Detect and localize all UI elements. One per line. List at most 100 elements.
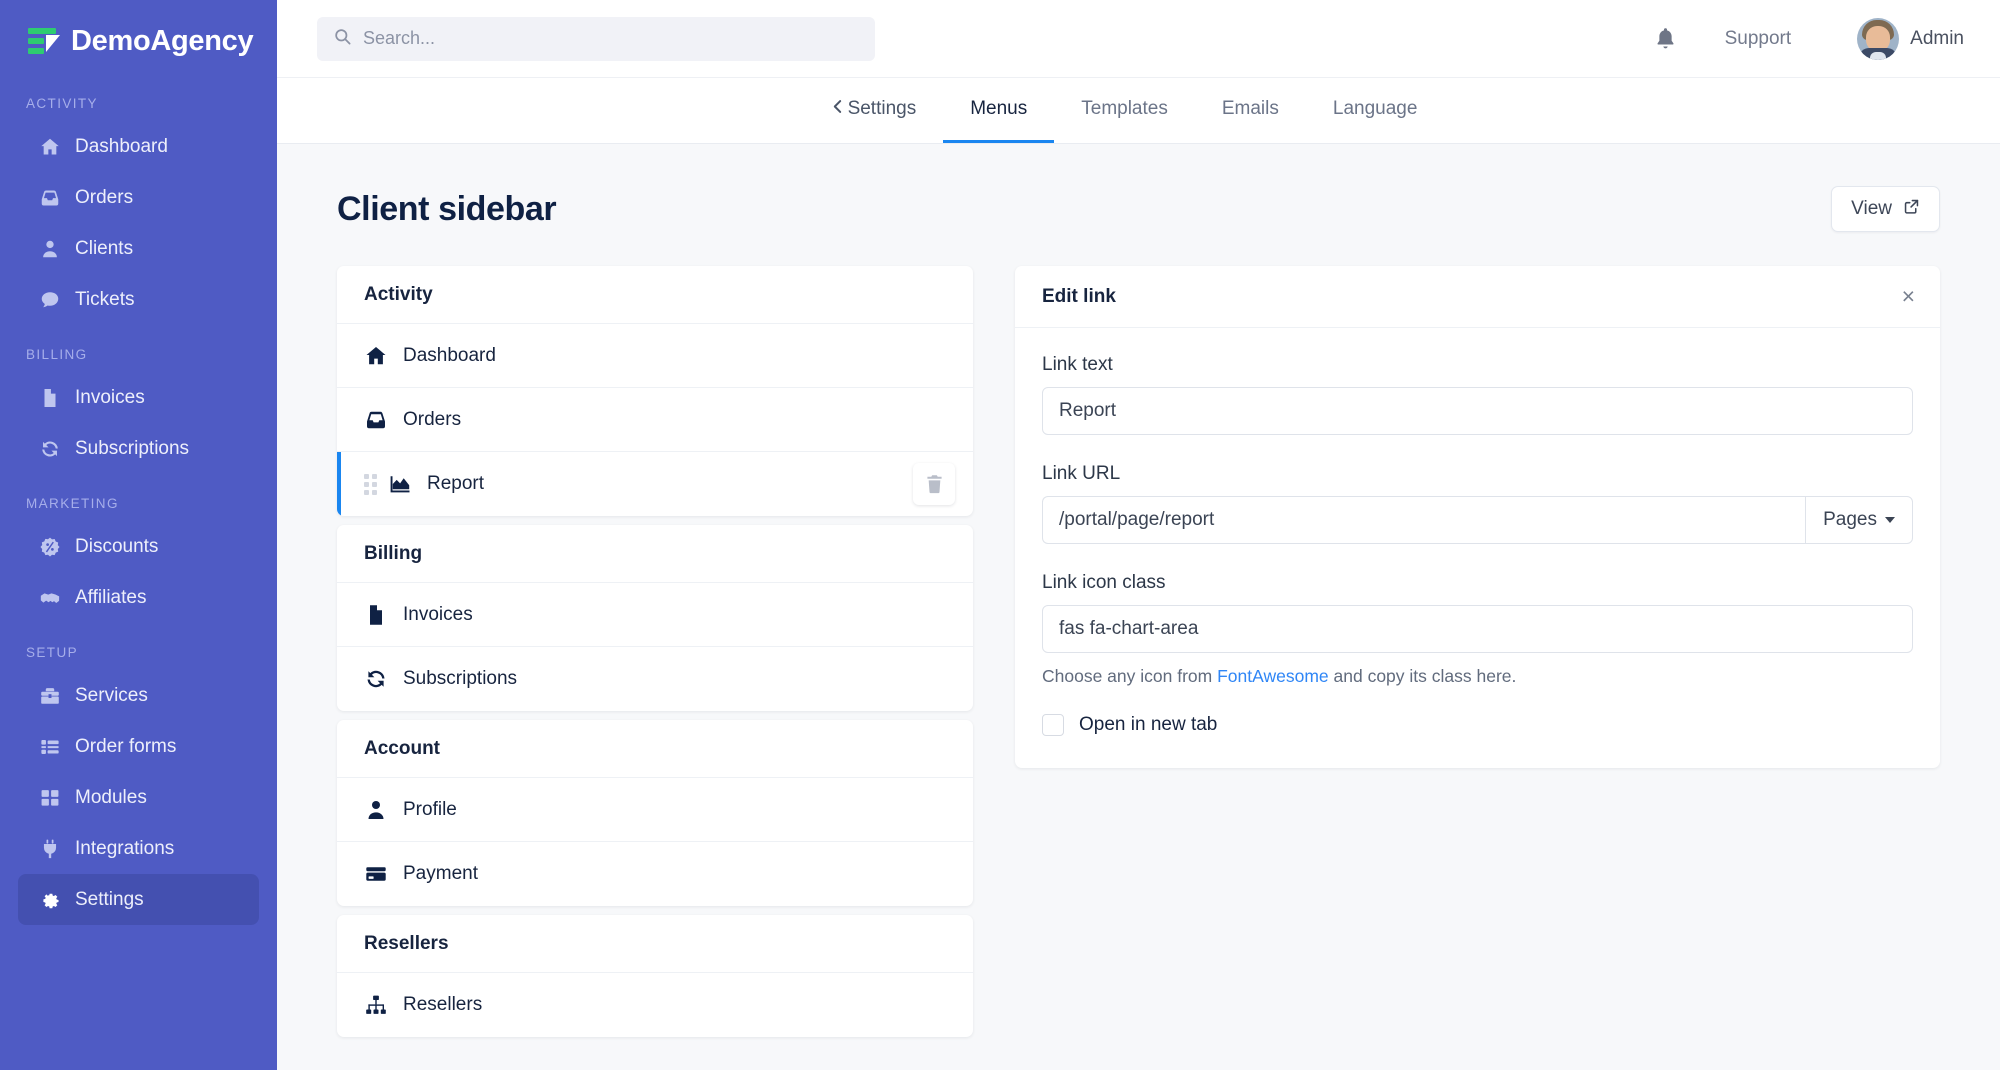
open-in-new-tab-checkbox[interactable]: [1042, 714, 1064, 736]
menu-groups: Activity Dashboard Orders Report Billing Invo…: [337, 266, 973, 1037]
link-icon-class-field[interactable]: fas fa-chart-area: [1042, 605, 1913, 653]
link-url-group: /portal/page/report Pages: [1042, 496, 1913, 544]
sidebar-item-tickets[interactable]: Tickets: [18, 274, 259, 325]
tab-emails[interactable]: Emails: [1195, 78, 1306, 143]
menu-group-heading: Activity: [337, 266, 973, 324]
sidebar-item-modules[interactable]: Modules: [18, 772, 259, 823]
sidebar-item-label: Clients: [75, 237, 134, 259]
user-icon: [364, 798, 390, 822]
comment-icon: [39, 289, 61, 311]
sidebar-item-settings[interactable]: Settings: [18, 874, 259, 925]
menu-row[interactable]: Profile: [337, 778, 973, 842]
sidebar-item-affiliates[interactable]: Affiliates: [18, 572, 259, 623]
tab-menus[interactable]: Menus: [943, 78, 1055, 143]
tab-list: Menus Templates Emails Language: [943, 78, 1444, 143]
sidebar-item-order-forms[interactable]: Order forms: [18, 721, 259, 772]
toolbox-icon: [39, 685, 61, 707]
tab-back-settings[interactable]: Settings: [833, 78, 944, 143]
chevron-left-icon: [833, 98, 842, 120]
link-text-field[interactable]: Report: [1042, 387, 1913, 435]
file-invoice-icon: [39, 387, 61, 409]
view-button-label: View: [1851, 198, 1892, 219]
drag-handle-icon[interactable]: [364, 474, 378, 495]
tab-back-label: Settings: [847, 98, 917, 119]
menu-row[interactable]: Resellers: [337, 973, 973, 1037]
home-icon: [364, 344, 390, 368]
sidebar-item-discounts[interactable]: Discounts: [18, 521, 259, 572]
sidebar-section-setup: SETUP: [26, 645, 79, 660]
menu-row[interactable]: Subscriptions: [337, 647, 973, 711]
handshake-icon: [39, 587, 61, 609]
search-input[interactable]: Search...: [317, 16, 875, 61]
sidebar-item-label: Services: [75, 684, 148, 706]
grid-icon: [39, 787, 61, 809]
view-button[interactable]: View: [1831, 186, 1940, 232]
editor-columns: Activity Dashboard Orders Report Billing Invo…: [337, 266, 1940, 1037]
menu-row[interactable]: Invoices: [337, 583, 973, 647]
credit-card-icon: [364, 862, 390, 886]
open-in-new-tab-row[interactable]: Open in new tab: [1042, 714, 1913, 736]
list-icon: [39, 736, 61, 758]
tab-label: Menus: [970, 98, 1028, 119]
close-icon[interactable]: ×: [1902, 285, 1915, 308]
home-icon: [39, 136, 61, 158]
sidebar-item-integrations[interactable]: Integrations: [18, 823, 259, 874]
search-placeholder: Search...: [363, 28, 436, 48]
menu-row[interactable]: Payment: [337, 842, 973, 906]
sidebar-item-label: Invoices: [75, 386, 145, 408]
menu-row-label: Resellers: [403, 994, 483, 1015]
search-icon: [333, 27, 352, 51]
sidebar-item-dashboard[interactable]: Dashboard: [18, 121, 259, 172]
tab-templates[interactable]: Templates: [1054, 78, 1195, 143]
tab-label: Templates: [1081, 98, 1168, 119]
top-header: Search... Support Admin: [277, 0, 2000, 78]
edit-link-header: Edit link ×: [1015, 266, 1940, 328]
pages-dropdown-button[interactable]: Pages: [1805, 496, 1913, 544]
link-url-label: Link URL: [1042, 463, 1121, 484]
menu-group-heading: Account: [337, 720, 973, 778]
sidebar-item-label: Settings: [75, 888, 144, 910]
avatar: [1857, 17, 1900, 60]
app-root: DemoAgency ACTIVITY Dashboard Orders Client…: [0, 0, 2000, 1070]
gear-icon: [39, 889, 61, 911]
file-invoice-icon: [364, 603, 390, 627]
menu-list-column: Activity Dashboard Orders Report Billing Invo…: [337, 266, 973, 1037]
main-sidebar: DemoAgency ACTIVITY Dashboard Orders Client…: [0, 0, 277, 1070]
settings-tabbar: Settings Menus Templates Emails Language: [277, 78, 2000, 144]
pages-dropdown-label: Pages: [1823, 509, 1877, 530]
menu-row-label: Profile: [403, 798, 457, 820]
sidebar-item-label: Tickets: [75, 288, 135, 310]
menu-group-heading: Resellers: [337, 915, 973, 973]
menu-row[interactable]: Dashboard: [337, 324, 973, 388]
brand-logo[interactable]: DemoAgency: [0, 0, 277, 82]
fontawesome-link[interactable]: FontAwesome: [1217, 666, 1329, 686]
sidebar-nav: ACTIVITY Dashboard Orders Clients Tickets BIL…: [0, 96, 277, 925]
page-title: Client sidebar: [337, 189, 557, 228]
user-menu[interactable]: Admin: [1857, 17, 1964, 60]
tab-label: Language: [1332, 98, 1418, 119]
notifications-bell-icon[interactable]: [1654, 26, 1677, 51]
sidebar-item-subscriptions[interactable]: Subscriptions: [18, 423, 259, 474]
main-column: Search... Support Admin Settings Menus T…: [277, 0, 2000, 1070]
tab-label: Emails: [1221, 98, 1279, 119]
sidebar-item-clients[interactable]: Clients: [18, 223, 259, 274]
menu-row[interactable]: Orders: [337, 388, 973, 452]
tab-language[interactable]: Language: [1306, 78, 1445, 143]
sidebar-item-label: Modules: [75, 786, 147, 808]
link-url-field[interactable]: /portal/page/report: [1042, 496, 1806, 544]
sidebar-item-orders[interactable]: Orders: [18, 172, 259, 223]
icon-help-suffix: and copy its class here.: [1328, 666, 1517, 686]
sidebar-section-marketing: MARKETING: [26, 496, 119, 511]
plug-icon: [39, 838, 61, 860]
sidebar-item-invoices[interactable]: Invoices: [18, 372, 259, 423]
inbox-icon: [364, 408, 390, 432]
delete-link-button[interactable]: [913, 463, 955, 505]
open-in-new-tab-label: Open in new tab: [1079, 714, 1218, 735]
support-link[interactable]: Support: [1725, 28, 1792, 50]
menu-group: Billing Invoices Subscriptions: [337, 525, 973, 711]
menu-row[interactable]: Report: [337, 452, 973, 516]
menu-group-heading: Billing: [337, 525, 973, 583]
menu-row-label: Payment: [403, 863, 478, 884]
sidebar-item-services[interactable]: Services: [18, 670, 259, 721]
sidebar-section-activity: ACTIVITY: [26, 96, 98, 111]
